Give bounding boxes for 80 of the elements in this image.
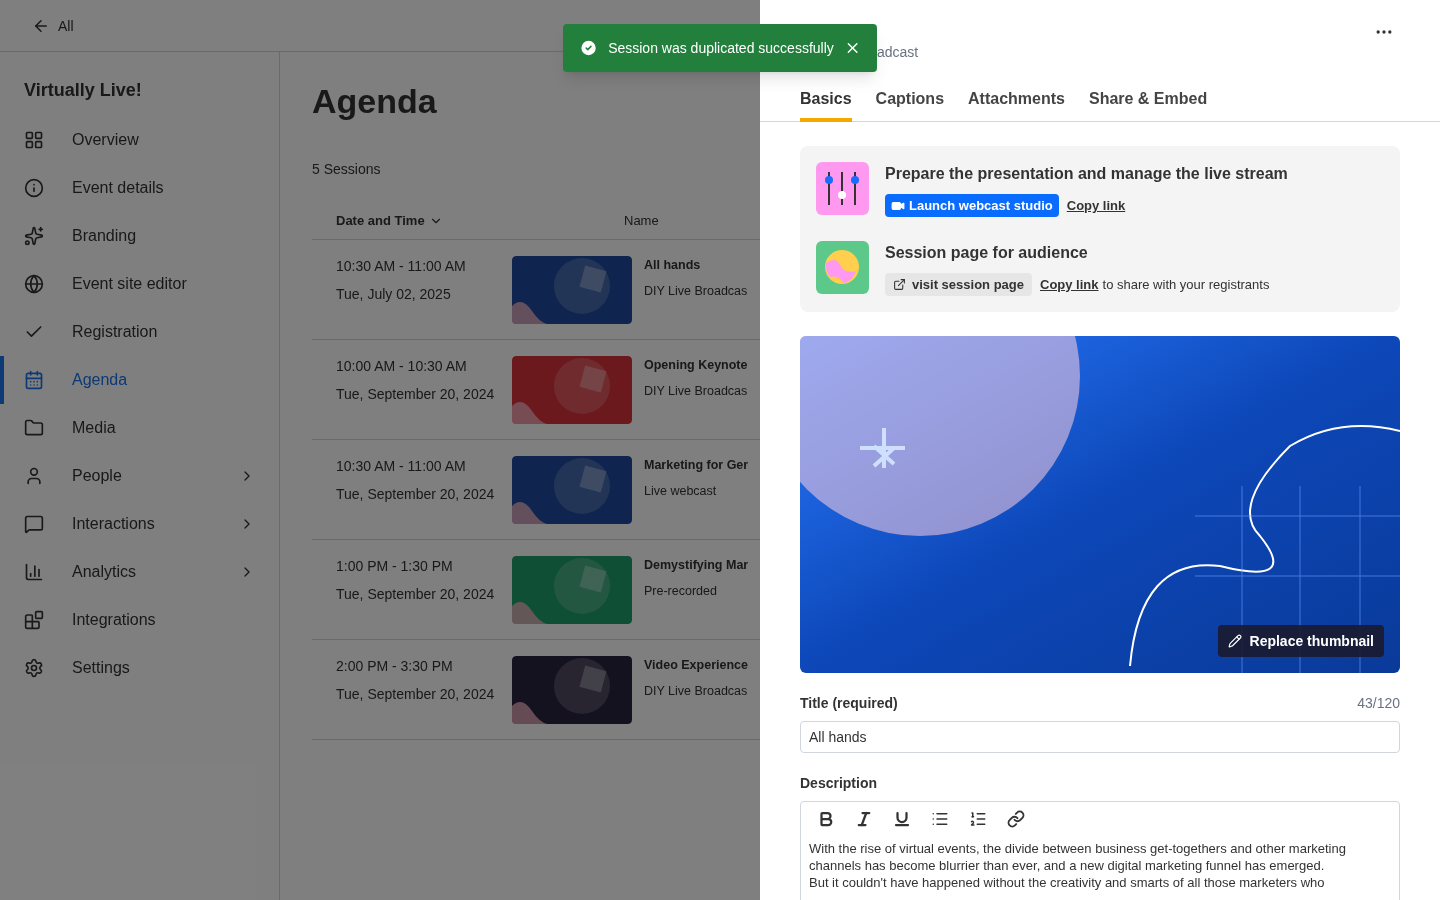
sidebar-item[interactable]: Agenda [0,356,279,404]
numbered-list-icon[interactable] [969,810,987,828]
link-icon[interactable] [1007,810,1025,828]
italic-icon[interactable] [855,810,873,828]
replace-thumbnail-button[interactable]: Replace thumbnail [1217,625,1384,657]
sidebar-item[interactable]: Event site editor [0,260,279,308]
sidebar-item[interactable]: Interactions [0,500,279,548]
copy-link[interactable]: Copy link [1066,195,1126,216]
session-type: DIY Live Broadcas [644,683,748,701]
description-editor[interactable] [800,801,1400,900]
sparkles-icon [24,226,44,246]
sidebar-item[interactable]: Registration [0,308,279,356]
session-type: DIY Live Broadcas [644,383,748,401]
card-heading: Session page for audience [885,243,1089,263]
session-name[interactable]: All hands [644,255,748,275]
person-icon [24,466,44,486]
session-type: Pre-recorded [644,583,718,601]
tab[interactable]: Share & Embed [1088,76,1208,122]
session-type: DIY Live Broadcas [644,283,748,301]
session-date: Tue, September 20, 2024 [336,384,496,404]
chat-icon [24,514,44,534]
column-header[interactable]: Date and Time [312,211,624,231]
blocks-icon [24,610,44,630]
session-name[interactable]: Marketing for Ger [644,455,749,475]
sidebar-item[interactable]: Media [0,404,279,452]
card-heading: Prepare the presentation and manage the live stream [885,164,1288,184]
tab[interactable]: Basics [800,76,852,122]
session-date: Tue, July 02, 2025 [336,284,452,304]
session-name[interactable]: Demystifying Mar [644,555,749,575]
description-text: With the rise of virtual events, the divide between business get-togethers and other marketing channels has become blurrier than ever, and a new digital marketing funnel has emerged. But it couldn't have happened without the creativity and smarts of all those marketers who [809,840,1347,891]
session-time: 10:30 AM - 11:00 AM [336,256,467,276]
tab[interactable]: Captions [875,76,945,122]
underline-icon[interactable] [893,810,911,828]
launch-studio-button[interactable]: Launch webcast studio [885,194,1059,217]
field-label: Description [800,774,877,793]
bar-chart-icon [24,562,44,582]
bullet-list-icon[interactable] [931,810,949,828]
event-title: Virtually Live! [23,79,143,102]
sidebar-item[interactable]: Event details [0,164,279,212]
column-header: Name [624,212,659,230]
share-hint: to share with your registrants [1102,275,1270,294]
character-count: 43/120 [1357,694,1400,713]
page-title: Agenda [312,81,437,122]
globe-icon [24,274,44,294]
grid-icon [24,130,44,150]
sidebar-item[interactable]: Overview [0,116,279,164]
sidebar-item[interactable]: Branding [0,212,279,260]
session-date: Tue, September 20, 2024 [336,584,496,604]
folder-icon [24,418,44,438]
field-label: Title (required) [800,694,898,713]
session-type: Live webcast [644,483,718,501]
session-time: 10:30 AM - 11:00 AM [336,456,467,476]
bold-icon[interactable] [817,810,835,828]
sidebar-item[interactable]: Analytics [0,548,279,596]
copy-link[interactable]: Copy link [1040,274,1099,295]
sidebar-item[interactable]: Settings [0,644,279,692]
session-time: 1:00 PM - 1:30 PM [336,556,454,576]
session-date: Tue, September 20, 2024 [336,484,496,504]
info-icon [24,178,44,198]
session-date: Tue, September 20, 2024 [336,684,496,704]
pencil-icon [1227,634,1242,648]
check-circle-icon [579,38,599,58]
external-link-icon [893,278,906,291]
calendar-icon [24,370,44,390]
session-name[interactable]: Video Experience [644,655,748,675]
session-subtitle: adcast [877,43,919,62]
sliders-icon [816,162,869,215]
session-time: 2:00 PM - 3:30 PM [336,656,454,676]
settings-icon [24,658,44,678]
back-link[interactable]: All [58,15,74,36]
sidebar-item[interactable]: People [0,452,279,500]
toast-message: Session was duplicated successfully [608,39,834,58]
session-name[interactable]: Opening Keynote [644,355,748,375]
session-time: 10:00 AM - 10:30 AM [336,356,468,376]
visit-session-button[interactable]: visit session page [885,273,1032,296]
tab[interactable]: Attachments [968,76,1065,122]
title-input-field[interactable]: All hands [800,721,1400,753]
session-count: 5 Sessions [312,160,381,179]
globe-icon [816,241,869,294]
sidebar-item[interactable]: Integrations [0,596,279,644]
